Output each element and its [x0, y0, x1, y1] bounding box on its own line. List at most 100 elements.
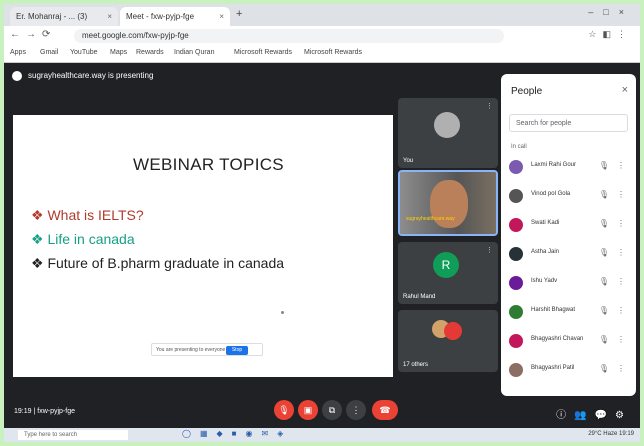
presenting-text: sugrayhealthcare.way is presenting — [28, 71, 154, 80]
tile-name: 17 others — [403, 362, 429, 368]
presenter-avatar — [12, 70, 22, 81]
close-icon[interactable]: × — [219, 7, 224, 26]
avatar — [509, 305, 523, 319]
leave-call-button[interactable]: ☎ — [372, 400, 398, 420]
more-icon[interactable]: ⋮ — [617, 190, 625, 199]
mic-off-icon: 🎙 — [598, 306, 609, 315]
more-options-button[interactable]: ⋮ — [346, 400, 366, 420]
avatar — [434, 112, 460, 138]
new-tab-icon[interactable]: + — [236, 8, 242, 20]
tab-label: Er. Mohanraj - ... (3) — [16, 12, 88, 21]
bookmark[interactable]: YouTube — [70, 49, 98, 56]
participant-tile-others[interactable]: 17 others — [398, 310, 498, 372]
mic-off-icon: 🎙 — [598, 219, 609, 228]
people-panel: People × Search for people In call Laxmi… — [501, 74, 636, 396]
slide-title: WEBINAR TOPICS — [133, 155, 284, 174]
mic-off-icon: 🎙 — [598, 190, 609, 199]
more-icon[interactable]: ⋮ — [486, 102, 493, 110]
screen-frame: Er. Mohanraj - ... (3) × Meet - fxw-pyjp-… — [4, 4, 640, 442]
slide-bullet: ❖ Life in canada — [31, 231, 135, 247]
tile-name: sugrayhealthcare.way — [406, 216, 455, 222]
nav-buttons[interactable]: ←→⟳ — [10, 29, 56, 40]
participant-row[interactable]: Harshit Bhagwat 🎙 ⋮ — [509, 303, 631, 321]
participant-tile-video[interactable]: sugrayhealthcare.way — [398, 170, 498, 236]
mic-off-icon: 🎙 — [598, 248, 609, 257]
bookmark[interactable]: Gmail — [40, 49, 58, 56]
bookmarks-bar: Apps Gmail YouTube Maps Rewards Indian Q… — [4, 46, 640, 63]
mic-off-icon: 🎙 — [598, 364, 609, 373]
meeting-side-icons[interactable]: ⓘ👥💬⚙ — [556, 406, 632, 421]
bookmark[interactable]: Rewards — [136, 49, 164, 56]
avatar — [509, 160, 523, 174]
close-icon[interactable]: × — [107, 7, 112, 26]
bookmark[interactable]: Indian Quran — [174, 49, 214, 56]
url-field[interactable]: meet.google.com/fxw-pyjp-fge — [74, 29, 504, 43]
clock-text: 19:19 — [618, 431, 634, 437]
participant-name: Harshit Bhagwat — [531, 307, 576, 313]
share-text: You are presenting to everyone — [156, 347, 226, 353]
weather-text: 29°C Haze — [588, 431, 618, 437]
avatar — [509, 363, 523, 377]
toolbar-icons[interactable]: ☆◧⋮ — [588, 29, 632, 40]
participant-name: Laxmi Rahi Gour — [531, 162, 577, 168]
more-icon[interactable]: ⋮ — [617, 161, 625, 170]
slide-bullet: ❖ What is IELTS? — [31, 207, 144, 223]
more-icon[interactable]: ⋮ — [617, 364, 625, 373]
avatar — [444, 322, 462, 340]
avatar — [509, 276, 523, 290]
more-icon[interactable]: ⋮ — [617, 306, 625, 315]
bookmark[interactable]: Apps — [10, 49, 26, 56]
tab-label: Meet - fxw-pyjp-fge — [126, 12, 195, 21]
tab-strip: Er. Mohanraj - ... (3) × Meet - fxw-pyjp-… — [4, 4, 640, 26]
participant-row[interactable]: Laxmi Rahi Gour 🎙 ⋮ — [509, 158, 631, 176]
people-search-input[interactable]: Search for people — [509, 114, 628, 132]
meeting-code: fxw-pyjp-fge — [37, 408, 75, 415]
participant-row[interactable]: Ishu Yadv 🎙 ⋮ — [509, 274, 631, 292]
participant-row[interactable]: Bhagyashri Patil 🎙 ⋮ — [509, 361, 631, 379]
taskbar-apps[interactable]: ◯▦◆■◉✉◈ — [182, 429, 292, 438]
avatar — [509, 247, 523, 261]
more-icon[interactable]: ⋮ — [486, 246, 493, 254]
participant-row[interactable]: Bhagyashri Chavan 🎙 ⋮ — [509, 332, 631, 350]
avatar — [509, 189, 523, 203]
avatar: R — [433, 252, 459, 278]
share-notice: You are presenting to everyone Stop — [151, 343, 263, 356]
people-title: People — [511, 86, 543, 97]
participant-name: Swati Kadi — [531, 220, 560, 226]
participant-name: Astha Jain — [531, 249, 560, 255]
bookmark[interactable]: Microsoft Rewards — [304, 49, 362, 56]
more-icon[interactable]: ⋮ — [617, 335, 625, 344]
present-button[interactable]: ⧉ — [322, 400, 342, 420]
more-icon[interactable]: ⋮ — [617, 277, 625, 286]
bookmark[interactable]: Microsoft Rewards — [234, 49, 292, 56]
mic-off-icon: 🎙 — [598, 161, 609, 170]
stop-sharing-button[interactable]: Stop — [226, 346, 248, 355]
mic-off-button[interactable]: 🎙 — [274, 400, 294, 420]
in-call-label: In call — [511, 144, 527, 150]
shared-slide: WEBINAR TOPICS ❖ What is IELTS? ❖ Life i… — [13, 115, 393, 377]
address-bar-row: ←→⟳ meet.google.com/fxw-pyjp-fge ☆◧⋮ — [4, 26, 640, 47]
participant-row[interactable]: Vinod pol Gola 🎙 ⋮ — [509, 187, 631, 205]
meeting-time: 19:19 — [14, 408, 32, 415]
participant-name: Vinod pol Gola — [531, 191, 571, 197]
close-icon[interactable]: × — [622, 84, 628, 96]
cursor-dot — [281, 311, 284, 314]
participant-tile-rahul[interactable]: R ⋮ Rahul Mand — [398, 242, 498, 304]
participant-row[interactable]: Astha Jain 🎙 ⋮ — [509, 245, 631, 263]
browser-tab-1[interactable]: Er. Mohanraj - ... (3) × — [10, 7, 118, 26]
taskbar-search-input[interactable]: Type here to search — [18, 430, 128, 440]
tile-name: Rahul Mand — [403, 294, 436, 300]
avatar — [509, 334, 523, 348]
browser-tab-2[interactable]: Meet - fxw-pyjp-fge × — [120, 7, 230, 26]
participant-row[interactable]: Swati Kadi 🎙 ⋮ — [509, 216, 631, 234]
participant-tile-self[interactable]: ⋮ You — [398, 98, 498, 168]
camera-off-button[interactable]: ▣ — [298, 400, 318, 420]
window-controls[interactable]: –□× — [588, 7, 634, 17]
meeting-info: 19:19 | fxw-pyjp-fge — [14, 408, 75, 415]
participant-name: Bhagyashri Chavan — [531, 336, 584, 342]
more-icon[interactable]: ⋮ — [617, 219, 625, 228]
system-tray[interactable]: 29°C Haze 19:19 — [588, 431, 634, 437]
more-icon[interactable]: ⋮ — [617, 248, 625, 257]
mic-off-icon: 🎙 — [598, 335, 609, 344]
bookmark[interactable]: Maps — [110, 49, 127, 56]
